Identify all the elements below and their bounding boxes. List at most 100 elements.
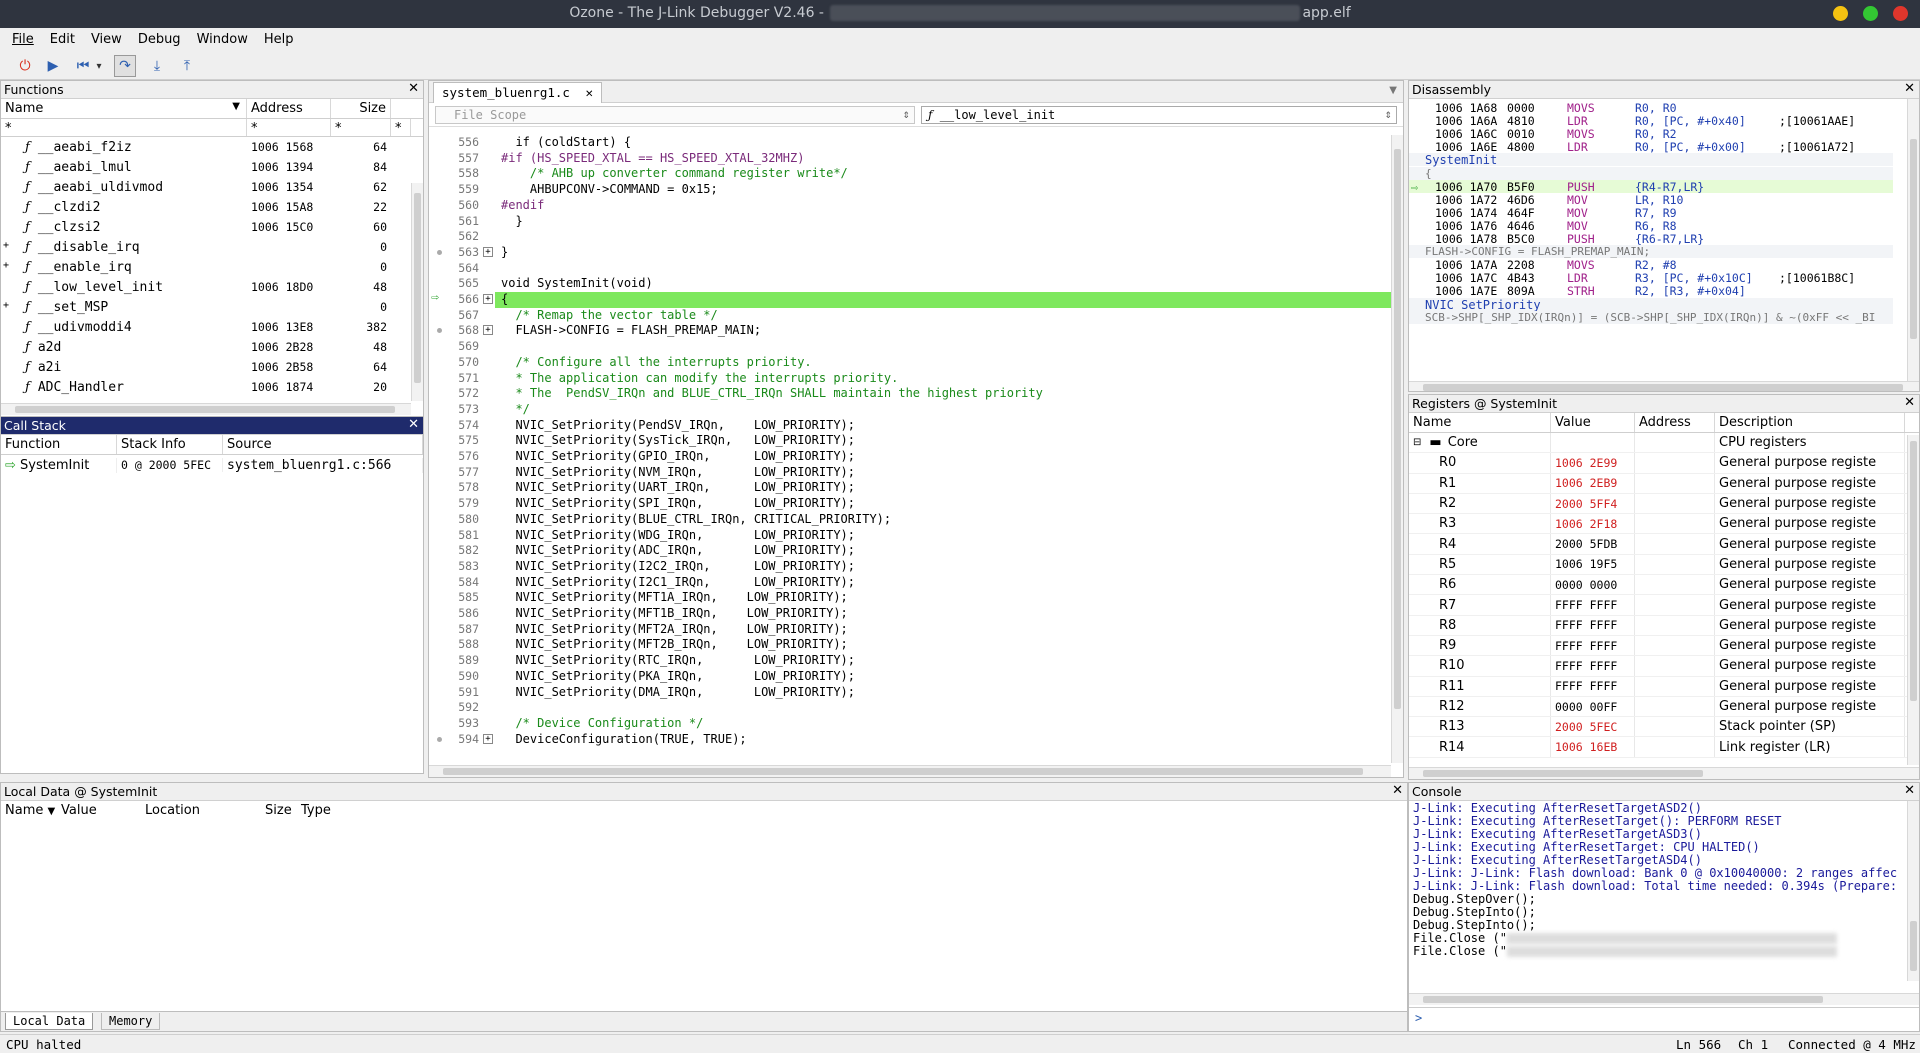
line-number[interactable]: 561	[429, 214, 479, 228]
step-into-icon[interactable]: ⤓	[146, 55, 168, 77]
registers-vscroll[interactable]	[1907, 435, 1919, 765]
function-row[interactable]: ƒ a2i 1006 2B58 64	[1, 357, 423, 377]
register-value[interactable]: 2000 5FDB	[1551, 534, 1635, 554]
registers-hscroll[interactable]	[1409, 767, 1919, 779]
fold-icon[interactable]: +	[483, 294, 493, 304]
menu-file[interactable]: File	[4, 28, 42, 51]
line-number[interactable]: 581	[429, 528, 479, 542]
tab-list-chevron-icon[interactable]: ▼	[1389, 85, 1397, 96]
editor-vscroll[interactable]	[1391, 135, 1403, 763]
col-function[interactable]: Function	[1, 435, 117, 454]
col-source[interactable]: Source	[223, 435, 423, 454]
line-number[interactable]: 567	[429, 308, 479, 322]
function-row[interactable]: ƒ __clzdi2 1006 15A8 22	[1, 197, 423, 217]
register-value[interactable]: 0000 0000	[1551, 575, 1635, 595]
function-row[interactable]: ƒ __aeabi_f2iz 1006 1568 64	[1, 137, 423, 157]
col-location[interactable]: Location	[141, 801, 261, 821]
filter-name[interactable]: *	[1, 119, 247, 136]
fold-icon[interactable]: +	[483, 325, 493, 336]
breakpoint-slot-icon[interactable]	[437, 249, 442, 255]
expand-icon[interactable]: +	[3, 240, 9, 251]
line-number[interactable]: 564	[429, 261, 479, 275]
register-row[interactable]: R12 0000 00FF General purpose registe	[1409, 696, 1919, 718]
instruction-row[interactable]: 1006 1A6C 0010 MOVS R0, R2	[1409, 127, 1893, 141]
line-number[interactable]: 558	[429, 166, 479, 180]
close-icon[interactable]: ✕	[1904, 395, 1915, 410]
register-value[interactable]: 1006 16EB	[1551, 737, 1635, 757]
functions-vscroll[interactable]	[411, 183, 423, 401]
expand-icon[interactable]: +	[3, 260, 9, 271]
reset-dropdown-icon[interactable]: ▾	[92, 55, 106, 77]
col-size[interactable]: Size	[331, 99, 391, 118]
register-value[interactable]: FFFF FFFF	[1551, 595, 1635, 615]
power-icon[interactable]: ⏻	[14, 55, 36, 77]
line-number[interactable]: 576	[429, 449, 479, 463]
menu-window[interactable]: Window	[189, 28, 256, 51]
line-number[interactable]: 570	[429, 355, 479, 369]
close-icon[interactable]: ✕	[1904, 81, 1915, 96]
line-number[interactable]: 579	[429, 496, 479, 510]
close-icon[interactable]: ✕	[408, 417, 419, 432]
register-row[interactable]: R14 1006 16EB Link register (LR)	[1409, 737, 1919, 758]
register-row[interactable]: R3 1006 2F18 General purpose registe	[1409, 514, 1919, 535]
line-number[interactable]: 557	[429, 151, 479, 165]
register-value[interactable]: 2000 5FF4	[1551, 493, 1635, 514]
col-description[interactable]: Description	[1715, 413, 1905, 432]
menu-view[interactable]: View	[83, 28, 130, 51]
collapse-icon[interactable]: ⊟	[1413, 437, 1421, 448]
source-annotation[interactable]: SCB->SHP[_SHP_IDX(IRQn)] = (SCB->SHP[_SH…	[1409, 310, 1893, 324]
col-name[interactable]: Name ▼	[1, 801, 57, 821]
register-row[interactable]: R5 1006 19F5 General purpose registe	[1409, 554, 1919, 576]
register-row[interactable]: R11 FFFF FFFF General purpose registe	[1409, 676, 1919, 697]
line-number[interactable]: 571	[429, 371, 479, 385]
line-number[interactable]: 580	[429, 512, 479, 526]
breakpoint-slot-icon[interactable]	[437, 736, 442, 742]
function-row[interactable]: + ƒ __set_MSP 0	[1, 297, 423, 317]
col-size[interactable]: Size	[261, 801, 297, 821]
register-value[interactable]: 0000 00FF	[1551, 696, 1635, 717]
symbol-label[interactable]: NVIC_SetPriority	[1409, 297, 1893, 312]
register-row[interactable]: R9 FFFF FFFF General purpose registe	[1409, 635, 1919, 657]
function-row[interactable]: ƒ a2d 1006 2B28 48	[1, 337, 423, 357]
tab-system-bluenrg1[interactable]: system_bluenrg1.c ✕	[433, 82, 602, 103]
register-value[interactable]: 2000 5FEC	[1551, 717, 1635, 737]
line-number[interactable]: 592	[429, 700, 479, 714]
register-value[interactable]: FFFF FFFF	[1551, 676, 1635, 696]
line-number[interactable]: 572	[429, 386, 479, 400]
source-code[interactable]: 556 if (coldStart) {557 #if (HS_SPEED_XTA…	[429, 135, 1391, 765]
maximize-button[interactable]	[1863, 6, 1878, 21]
line-number[interactable]: 566	[429, 292, 479, 306]
console-output[interactable]: J-Link: Executing AfterResetTargetASD2()…	[1413, 801, 1907, 979]
close-window-button[interactable]	[1893, 6, 1908, 21]
function-row[interactable]: ƒ __aeabi_lmul 1006 1394 84	[1, 157, 423, 177]
callstack-row[interactable]: ⇨ SystemInit 0 @ 2000 5FEC system_bluenr…	[1, 455, 423, 475]
line-number[interactable]: 588	[429, 637, 479, 651]
register-value[interactable]: 1006 19F5	[1551, 554, 1635, 575]
line-number[interactable]: 584	[429, 575, 479, 589]
continue-icon[interactable]: ▶	[42, 55, 64, 77]
col-name[interactable]: Name ▼	[1, 99, 247, 118]
line-number[interactable]: 593	[429, 716, 479, 730]
register-value[interactable]: 1006 2EB9	[1551, 473, 1635, 493]
line-number[interactable]: 556	[429, 135, 479, 149]
col-value[interactable]: Value	[57, 801, 141, 821]
line-number[interactable]: 562	[429, 229, 479, 243]
line-number[interactable]: 559	[429, 182, 479, 196]
register-row[interactable]: R10 FFFF FFFF General purpose registe	[1409, 656, 1919, 677]
register-value[interactable]: FFFF FFFF	[1551, 615, 1635, 635]
instruction-row[interactable]: 1006 1A6E 4800 LDR R0, [PC, #+0x00] ;[10061A…	[1409, 140, 1893, 154]
line-number[interactable]: 586	[429, 606, 479, 620]
line-number[interactable]: 587	[429, 622, 479, 636]
scope-select[interactable]: File Scope ⇕	[435, 106, 915, 124]
instruction-row[interactable]: 1006 1A78 B5C0 PUSH {R6-R7,LR}	[1409, 232, 1893, 246]
col-name[interactable]: Name	[1409, 413, 1551, 432]
console-input[interactable]: >	[1409, 1007, 1919, 1031]
expand-icon[interactable]: +	[3, 300, 9, 311]
col-stack-info[interactable]: Stack Info	[117, 435, 223, 454]
menu-debug[interactable]: Debug	[130, 28, 189, 51]
close-tab-icon[interactable]: ✕	[585, 85, 593, 100]
instruction-row[interactable]: 1006 1A7A 2208 MOVS R2, #8	[1409, 258, 1893, 272]
line-number[interactable]: 589	[429, 653, 479, 667]
console-vscroll[interactable]	[1907, 801, 1919, 981]
editor-hscroll[interactable]	[429, 765, 1391, 777]
